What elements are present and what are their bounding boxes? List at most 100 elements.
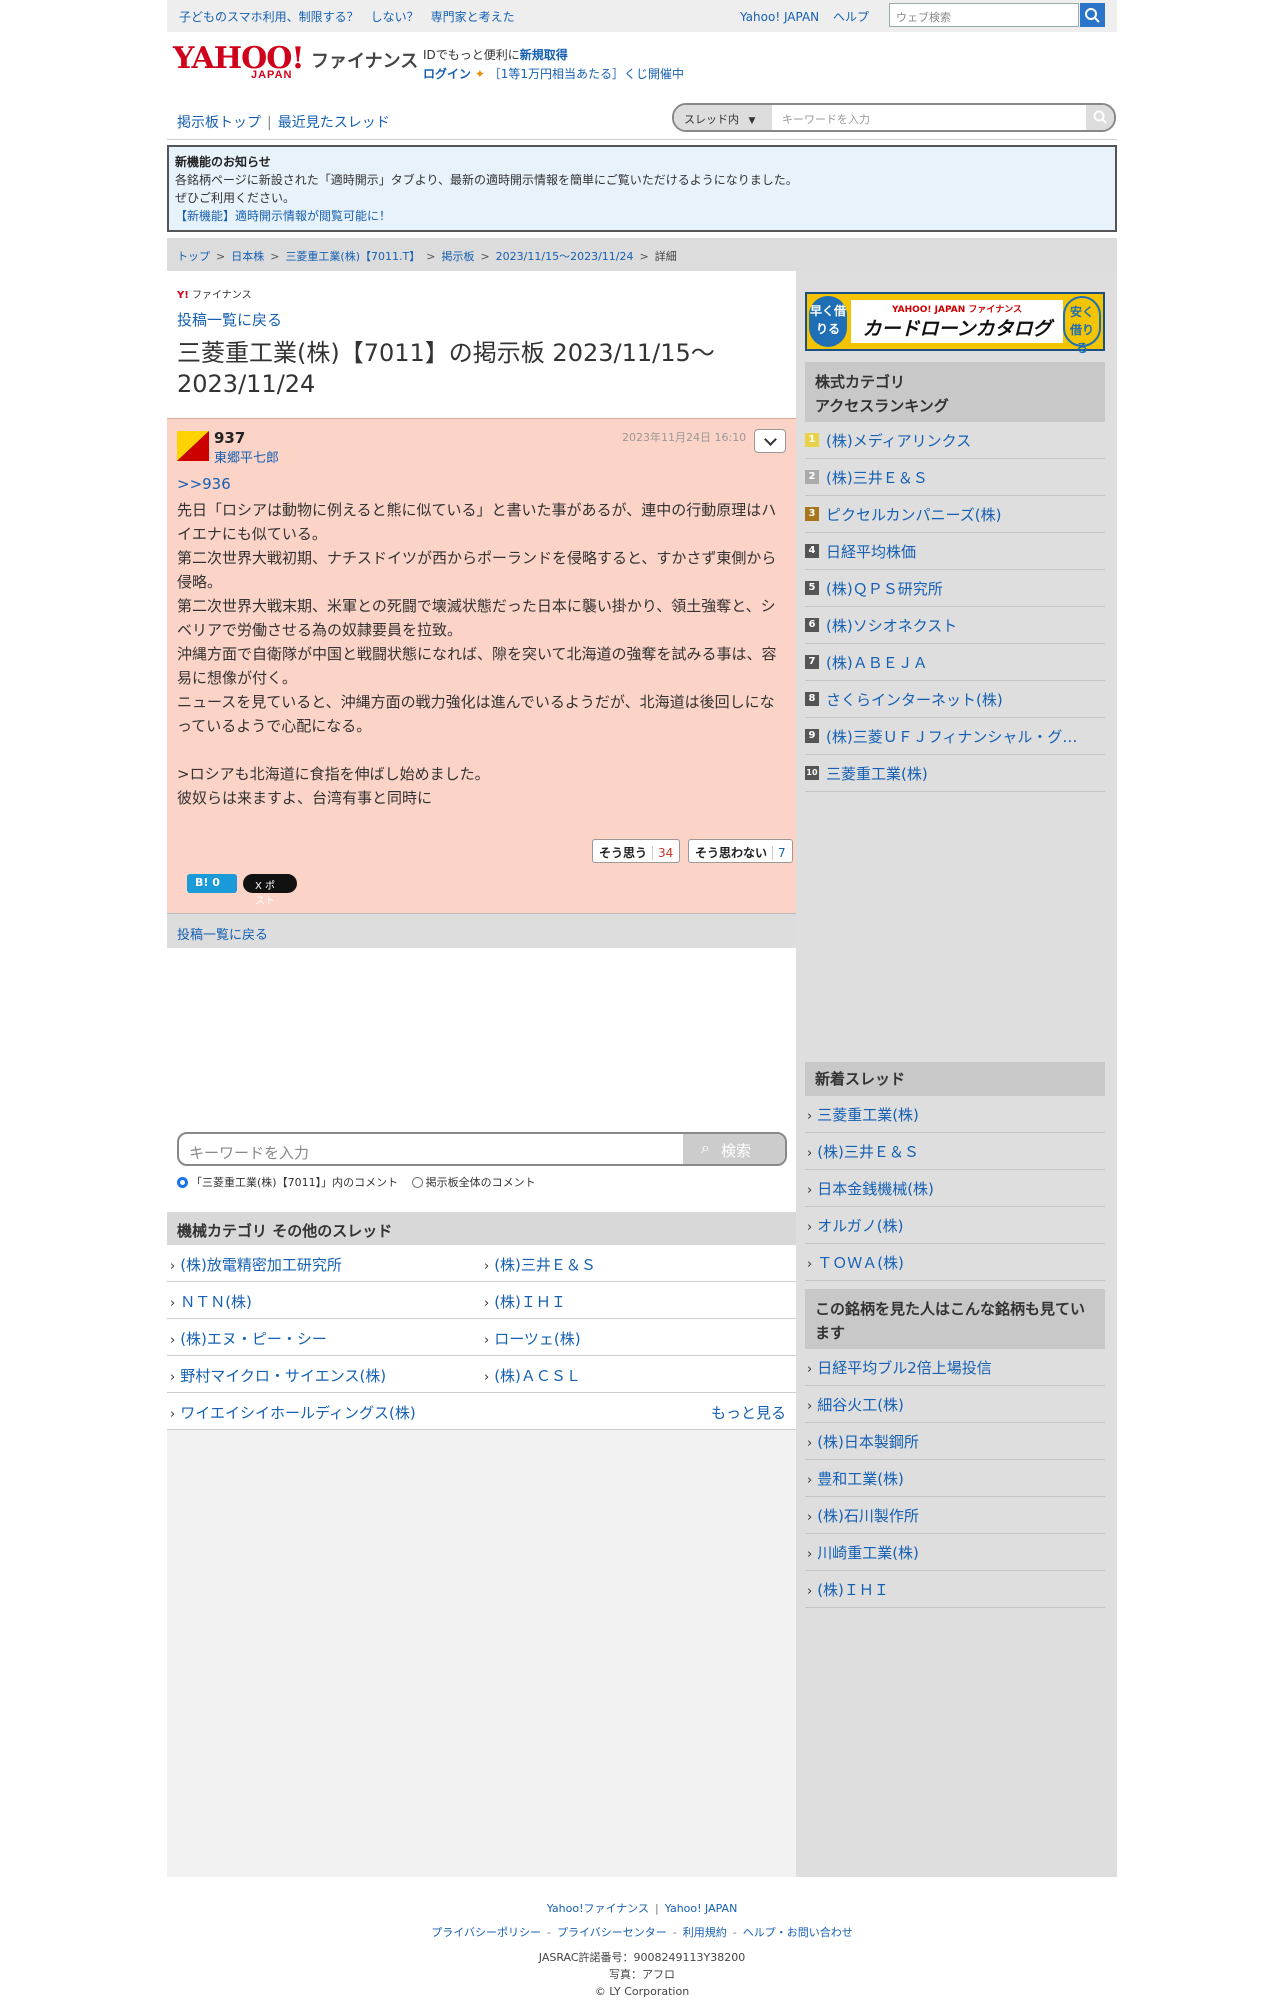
board-top-link[interactable]: 掲示板トップ (177, 115, 261, 131)
keyword-search-button[interactable]: ⌕ 検索 (683, 1134, 785, 1164)
back-bar: 投稿一覧に戻る (167, 913, 796, 948)
ranking-link[interactable]: さくらインターネット(株) (826, 689, 1104, 710)
header: YAHOO! JAPAN ファイナンス IDでもっと便利に新規取得 ログイン ✦… (167, 32, 1117, 108)
also-viewed-link[interactable]: 川崎重工業(株) (807, 1542, 919, 1563)
footer-help-link[interactable]: ヘルプ・お問い合わせ (743, 1926, 853, 1939)
search-button-label: 検索 (721, 1142, 752, 1160)
promo-link[interactable]: 子どものスマホ利用、制限する？ しない？ 専門家と考えた (179, 8, 515, 25)
board-search-input[interactable]: キーワードを入力 (782, 111, 870, 127)
ranking-item[interactable]: 10 三菱重工業(株) (805, 755, 1105, 792)
signup-link[interactable]: 新規取得 (520, 48, 568, 62)
new-thread-link[interactable]: (株)三井Ｅ＆Ｓ (807, 1141, 919, 1162)
ranking-item[interactable]: 5 (株)ＱＰＳ研究所 (805, 570, 1105, 607)
help-link[interactable]: ヘルプ (833, 10, 869, 24)
scope-select[interactable]: スレッド内 ▼ (674, 105, 772, 130)
hammer-icon: ✦ (474, 67, 485, 81)
footer-finance-link[interactable]: Yahoo!ファイナンス (547, 1902, 649, 1915)
ranking-item[interactable]: 1 (株)メディアリンクス (805, 422, 1105, 459)
avatar[interactable] (177, 431, 209, 461)
also-viewed-link[interactable]: 日経平均ブル2倍上場投信 (807, 1357, 992, 1378)
scope-thread-radio[interactable]: 「三菱重工業(株)【7011】」内のコメント (177, 1174, 398, 1190)
header-account: IDでもっと便利に新規取得 ログイン ✦ ［1等1万円相当あたる］くじ開催中 (423, 46, 684, 84)
category-thread-link[interactable]: ローツェ(株) (484, 1328, 580, 1349)
keyword-input[interactable]: キーワードを入力 (189, 1142, 309, 1163)
back-to-posts-link[interactable]: 投稿一覧に戻る (177, 309, 282, 330)
chevron-down-icon[interactable] (754, 429, 786, 453)
ranking-item[interactable]: 9 (株)三菱ＵＦＪフィナンシャル・グ… (805, 718, 1105, 755)
ranking-link[interactable]: (株)三井Ｅ＆Ｓ (826, 467, 1104, 488)
also-viewed-link[interactable]: 豊和工業(株) (807, 1468, 904, 1489)
disagree-label: そう思わない (695, 846, 768, 860)
ranking-item[interactable]: 4 日経平均株価 (805, 533, 1105, 570)
agree-button[interactable]: そう思う 34 (592, 839, 681, 863)
footer-privacy-center-link[interactable]: プライバシーセンター (557, 1926, 667, 1939)
new-thread-link[interactable]: ＴＯＷＡ(株) (807, 1252, 904, 1273)
banner-right: 安く借りる (1063, 296, 1101, 355)
crumb-top[interactable]: トップ (177, 250, 210, 263)
also-viewed-link[interactable]: (株)石川製作所 (807, 1505, 919, 1526)
footer-photo-credit: 写真：アフロ (609, 1968, 675, 1981)
category-thread-link[interactable]: ＮＴＮ(株) (170, 1291, 252, 1312)
new-thread-link[interactable]: 日本金銭機械(株) (807, 1178, 934, 1199)
reply-link[interactable]: >>936 (177, 475, 231, 493)
ranking-link[interactable]: (株)メディアリンクス (826, 430, 1104, 451)
finance-small-logo: Y! ファイナンス (177, 290, 252, 301)
new-thread-link[interactable]: オルガノ(株) (807, 1215, 903, 1236)
ranking-item[interactable]: 7 (株)ＡＢＥＪＡ (805, 644, 1105, 681)
ranking-link[interactable]: 日経平均株価 (826, 541, 1104, 562)
more-link[interactable]: もっと見る (711, 1402, 786, 1423)
also-viewed-link[interactable]: (株)ＩＨＩ (807, 1579, 889, 1600)
web-search-input[interactable]: ウェブ検索 (889, 3, 1079, 27)
crumb-period[interactable]: 2023/11/15〜2023/11/24 (496, 250, 634, 263)
new-thread-link[interactable]: 三菱重工業(株) (807, 1104, 919, 1125)
footer-privacy-link[interactable]: プライバシーポリシー (431, 1926, 541, 1939)
crumb-japan-stocks[interactable]: 日本株 (231, 250, 264, 263)
lottery-link[interactable]: ［1等1万円相当あたる］くじ開催中 (489, 67, 684, 81)
new-threads-heading: 新着スレッド (805, 1062, 1105, 1096)
main-content: Y! ファイナンス 投稿一覧に戻る 三菱重工業(株)【7011】の掲示板 202… (167, 271, 796, 1877)
category-thread-link[interactable]: (株)放電精密加工研究所 (170, 1254, 342, 1275)
back-to-posts-link-bottom[interactable]: 投稿一覧に戻る (177, 928, 268, 943)
footer-yahoo-link[interactable]: Yahoo! JAPAN (665, 1902, 738, 1915)
category-thread-link[interactable]: (株)ＡＣＳＬ (484, 1365, 581, 1386)
search-icon (1085, 8, 1100, 23)
ranking-link[interactable]: 三菱重工業(株) (826, 763, 1104, 784)
hatena-bookmark-button[interactable]: B! 0 (187, 874, 237, 893)
service-name[interactable]: ファイナンス (311, 47, 418, 73)
sidebar: 早く借りる YAHOO! JAPAN ファイナンス カードローンカタログ 安く借り… (796, 271, 1117, 1877)
category-thread-link[interactable]: ワイエイシイホールディングス(株) (170, 1402, 416, 1423)
category-thread-link[interactable]: 野村マイクロ・サイエンス(株) (170, 1365, 386, 1386)
ranking-link[interactable]: (株)三菱ＵＦＪフィナンシャル・グ… (826, 726, 1104, 747)
login-link[interactable]: ログイン (423, 67, 471, 81)
board-search-button[interactable] (1086, 105, 1114, 130)
recent-threads-link[interactable]: 最近見たスレッド (278, 115, 390, 131)
ranking-link[interactable]: (株)ＱＰＳ研究所 (826, 578, 1104, 599)
ranking-link[interactable]: (株)ＡＢＥＪＡ (826, 652, 1104, 673)
also-viewed-link[interactable]: 細谷火工(株) (807, 1394, 904, 1415)
also-viewed-heading: この銘柄を見た人はこんな銘柄も見ています (805, 1289, 1105, 1349)
category-thread-link[interactable]: (株)ＩＨＩ (484, 1291, 566, 1312)
category-thread-link[interactable]: (株)エヌ・ピー・シー (170, 1328, 327, 1349)
card-loan-banner[interactable]: 早く借りる YAHOO! JAPAN ファイナンス カードローンカタログ 安く借り… (805, 292, 1105, 355)
scope-all-radio[interactable]: 掲示板全体のコメント (411, 1174, 536, 1190)
ranking-link[interactable]: (株)ソシオネクスト (826, 615, 1104, 636)
crumb-board[interactable]: 掲示板 (441, 250, 474, 263)
yahoo-logo[interactable]: YAHOO! JAPAN (173, 44, 305, 81)
disagree-button[interactable]: そう思わない 7 (688, 839, 793, 863)
new-threads: 三菱重工業(株) (株)三井Ｅ＆Ｓ 日本金銭機械(株) オルガノ(株) ＴＯＷＡ… (805, 1096, 1105, 1281)
ranking-item[interactable]: 2 (株)三井Ｅ＆Ｓ (805, 459, 1105, 496)
ranking-item[interactable]: 6 (株)ソシオネクスト (805, 607, 1105, 644)
x-post-button[interactable]: X ポスト (243, 874, 297, 907)
ranking-item[interactable]: 8 さくらインターネット(株) (805, 681, 1105, 718)
category-thread-link[interactable]: (株)三井Ｅ＆Ｓ (484, 1254, 596, 1275)
notice-link[interactable]: 【新機能】適時開示情報が閲覧可能に！ (175, 209, 391, 223)
post-author[interactable]: 東郷平七郎 (214, 447, 279, 466)
also-viewed-link[interactable]: (株)日本製鋼所 (807, 1431, 919, 1452)
footer-terms-link[interactable]: 利用規約 (683, 1926, 727, 1939)
yahoo-japan-link[interactable]: Yahoo! JAPAN (740, 10, 819, 24)
ranking-item[interactable]: 3 ピクセルカンパニーズ(株) (805, 496, 1105, 533)
crumb-stock[interactable]: 三菱重工業(株)【7011.T】 (285, 250, 420, 263)
ranking-link[interactable]: ピクセルカンパニーズ(株) (826, 504, 1104, 525)
new-feature-notice: 新機能のお知らせ 各銘柄ページに新設された「適時開示」タブより、最新の適時開示情… (167, 145, 1117, 232)
web-search-button[interactable] (1080, 3, 1105, 27)
